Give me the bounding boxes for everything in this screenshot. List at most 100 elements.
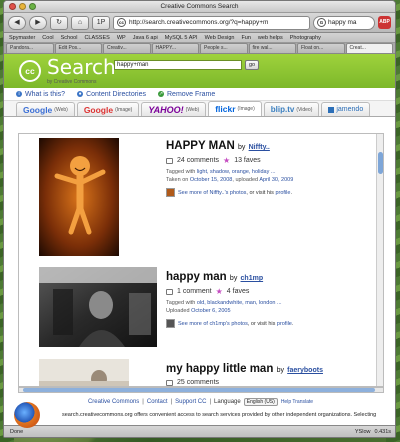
cc-title-text: Search (47, 54, 116, 79)
bookmark-item[interactable]: Cool (42, 35, 53, 41)
star-icon: ★ (223, 156, 231, 165)
page-count-button[interactable]: 1P (92, 15, 110, 30)
engine-tab-google-web[interactable]: Google (Web) (16, 102, 75, 116)
browser-tab[interactable]: Pandora... (6, 43, 54, 53)
result-see-more: See more of Niffty..'s photos, or visit … (166, 188, 293, 197)
browser-tab-active[interactable]: Creat... (345, 43, 393, 53)
see-more-link[interactable]: See more of ch1mp's photos (178, 321, 248, 327)
minimize-window-button[interactable] (19, 3, 26, 10)
content-directories-link[interactable]: ● Content Directories (77, 91, 146, 98)
result-title[interactable]: happy man (166, 271, 227, 283)
comment-icon (166, 288, 173, 295)
profile-link[interactable]: profile (275, 190, 290, 196)
bookmarks-bar: Spymaster Cool School CLASSES WP Java 6 … (4, 33, 395, 43)
bookmark-item[interactable]: Web Design (205, 35, 235, 41)
result-title-row: my happy little man by faeryboots (166, 363, 323, 375)
result-thumbnail[interactable] (39, 359, 129, 386)
yslow-label[interactable]: YSlow (355, 429, 371, 435)
google-logo: Google (23, 104, 53, 115)
result-info: happy man by ch1mp 1 comment ★ 4 faves T… (166, 271, 293, 328)
see-more-link[interactable]: See more of Niffty..'s photos (178, 190, 246, 196)
forward-button[interactable]: ▶ (29, 15, 47, 30)
cc-title: Search by Creative Commons (47, 57, 116, 86)
footer-link-support[interactable]: Support CC (175, 399, 206, 405)
cc-logo-icon: cc (19, 60, 41, 82)
close-window-button[interactable] (9, 3, 16, 10)
horizontal-scrollbar[interactable] (18, 387, 384, 393)
bookmark-item[interactable]: Java 6 api (133, 35, 158, 41)
browser-tab[interactable]: HAPPY... (151, 43, 199, 53)
engine-tab-yahoo-web[interactable]: YAHOO! (Web) (141, 102, 207, 116)
home-button[interactable]: ⌂ (71, 15, 89, 30)
uploaded-date[interactable]: October 6, 2005 (191, 308, 230, 314)
browser-window: Creative Commons Search ◀ ▶ ↻ ⌂ 1P cc ht… (3, 0, 396, 438)
yahoo-logo: YAHOO! (148, 104, 184, 115)
result-author[interactable]: Niffty.. (249, 144, 270, 151)
language-select[interactable]: English (US) (243, 398, 278, 406)
back-button[interactable]: ◀ (8, 15, 26, 30)
bookmark-item[interactable]: MySQL 5 API (165, 35, 198, 41)
cc-search-input[interactable]: happy+man (114, 60, 242, 70)
separator: | (209, 399, 212, 405)
separator: | (142, 399, 144, 405)
browser-tab[interactable]: People s... (200, 43, 248, 53)
adblock-icon[interactable]: ABP (378, 16, 391, 29)
engine-tab-google-image[interactable]: Google (Image) (76, 102, 140, 116)
what-is-this-link[interactable]: i What is this? (16, 91, 65, 98)
comment-count: 24 comments (177, 157, 220, 164)
what-is-this-label: What is this? (25, 90, 66, 98)
reload-button[interactable]: ↻ (50, 15, 68, 30)
bookmark-item[interactable]: web helps (258, 35, 283, 41)
bookmark-item[interactable]: CLASSES (84, 35, 109, 41)
browser-tab[interactable]: Edit Pos... (54, 43, 102, 53)
engine-tab-blip-video[interactable]: blip.tv (Video) (263, 102, 320, 116)
status-right: YSlow 0.431s (355, 429, 391, 435)
engine-tab-jamendo[interactable]: jamendo (321, 102, 371, 116)
result-title[interactable]: my happy little man (166, 363, 273, 375)
vertical-scroll-thumb[interactable] (378, 152, 383, 174)
little-man-photo (39, 359, 129, 386)
google-logo: Google (83, 104, 114, 115)
engine-type: (Web) (54, 106, 68, 113)
info-icon: i (16, 91, 22, 97)
result-by: by (276, 367, 284, 374)
bookmark-item[interactable]: Spymaster (9, 35, 35, 41)
bookmark-item[interactable]: WP (117, 35, 126, 41)
browser-toolbar: ◀ ▶ ↻ ⌂ 1P cc http://search.creativecomm… (4, 13, 395, 33)
result-author[interactable]: faeryboots (287, 367, 323, 374)
firefox-dock-icon[interactable] (14, 402, 40, 428)
vertical-scrollbar[interactable] (376, 134, 383, 386)
help-translate-link[interactable]: Help Translate (281, 399, 313, 405)
mini-thumbnail (166, 319, 175, 328)
visit-text: , or visit his (246, 189, 274, 196)
result-title[interactable]: HAPPY MAN (166, 140, 235, 152)
fave-count: 4 faves (226, 288, 250, 295)
comment-count: 25 comments (177, 379, 220, 386)
browser-search-box[interactable]: G happy ma (313, 15, 375, 30)
tags-links[interactable]: light, shadow, orange, holiday ... (197, 169, 276, 175)
result-by: by (229, 275, 238, 282)
horizontal-scroll-thumb[interactable] (23, 388, 375, 392)
bookmark-item[interactable]: Photography (290, 35, 321, 41)
uploaded-date[interactable]: April 30, 2009 (259, 177, 293, 183)
footer-link-creative-commons[interactable]: Creative Commons (88, 399, 139, 405)
bookmark-item[interactable]: School (61, 35, 78, 41)
browser-tab[interactable]: Float on... (297, 43, 345, 53)
engine-tab-flickr-image[interactable]: flickr (Image) (208, 101, 262, 116)
footer-link-contact[interactable]: Contact (147, 399, 168, 405)
browser-tab[interactable]: fire wal... (248, 43, 296, 53)
go-button[interactable]: go (245, 60, 259, 70)
url-bar[interactable]: cc http://search.creativecommons.org/?q=… (113, 15, 310, 30)
browser-tab[interactable]: Creativ... (103, 43, 151, 53)
bookmark-item[interactable]: Fun (241, 35, 250, 41)
remove-frame-link[interactable]: ↗ Remove Frame (158, 91, 215, 98)
tags-links[interactable]: old, blackandwhite, man, london ... (197, 300, 282, 306)
taken-date[interactable]: October 15, 2008 (190, 177, 233, 183)
zoom-window-button[interactable] (29, 3, 36, 10)
browser-search-text: happy ma (328, 19, 357, 26)
profile-link[interactable]: profile (277, 321, 292, 327)
result-author[interactable]: ch1mp (241, 275, 264, 282)
result-item: happy man by ch1mp 1 comment ★ 4 faves T… (19, 267, 374, 347)
result-thumbnail[interactable] (39, 138, 119, 258)
result-thumbnail[interactable] (39, 267, 157, 349)
